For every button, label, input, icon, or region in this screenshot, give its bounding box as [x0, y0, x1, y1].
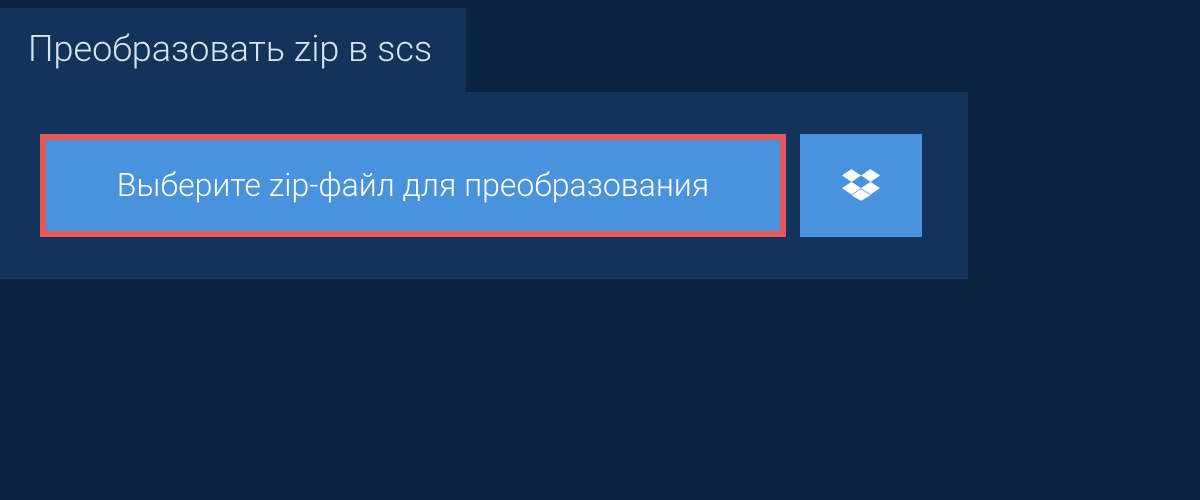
dropbox-button[interactable]	[800, 134, 922, 237]
select-file-button[interactable]: Выберите zip-файл для преобразования	[40, 134, 786, 237]
button-row: Выберите zip-файл для преобразования	[40, 134, 928, 237]
tab-convert[interactable]: Преобразовать zip в scs	[0, 8, 466, 92]
tab-bar: Преобразовать zip в scs	[0, 0, 1200, 92]
upload-panel: Выберите zip-файл для преобразования	[0, 92, 968, 279]
tab-label: Преобразовать zip в scs	[28, 28, 432, 70]
dropbox-icon	[842, 166, 880, 204]
select-file-label: Выберите zip-файл для преобразования	[117, 168, 709, 203]
